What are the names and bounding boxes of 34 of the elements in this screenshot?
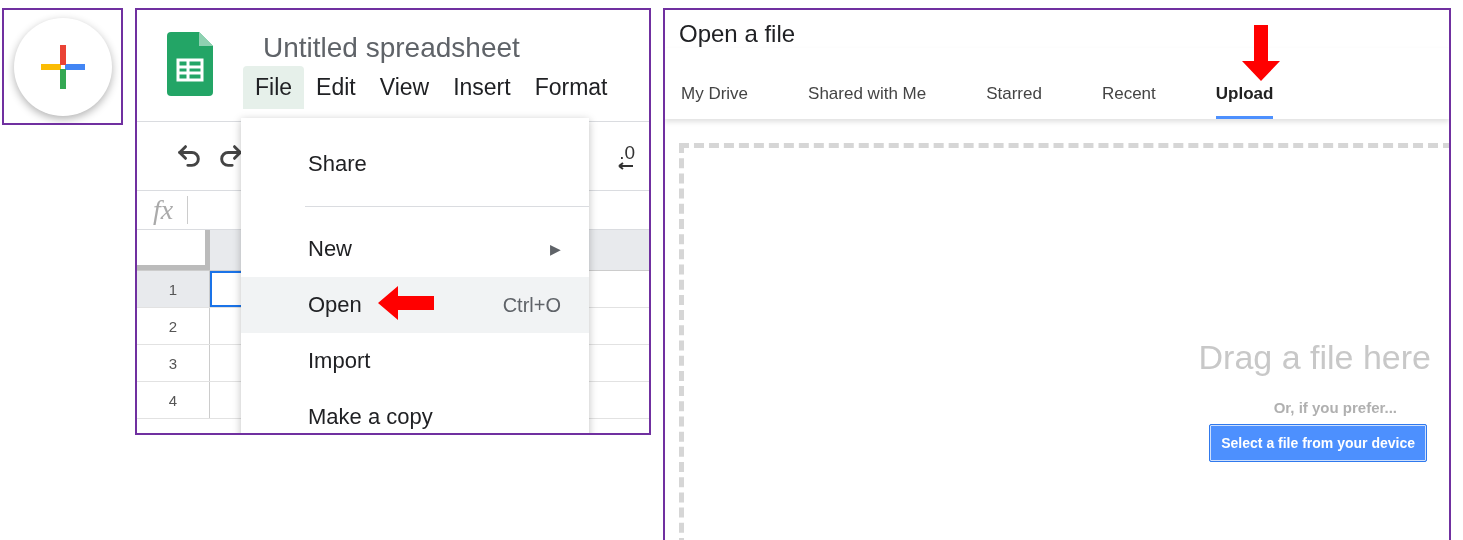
menu-item[interactable]: View <box>367 66 442 109</box>
arrow-icon <box>617 161 635 170</box>
menu-item[interactable]: Edit <box>304 66 368 109</box>
menu-option[interactable]: Open Ctrl+O <box>241 277 589 333</box>
spreadsheet-icon <box>167 32 213 96</box>
drop-hint: Or, if you prefer... <box>1273 399 1397 416</box>
submenu-arrow: ▶ <box>550 241 561 257</box>
menu-option[interactable]: New ▶ <box>241 221 589 277</box>
menu-option-label: Make a copy <box>308 404 433 430</box>
formula-label: fx <box>153 196 189 224</box>
arrow-icon <box>1242 25 1280 81</box>
arrow-icon <box>378 286 434 320</box>
menu-item[interactable]: Format <box>522 66 620 109</box>
dialog-title: Open a file <box>678 19 797 48</box>
decrease-decimal-button[interactable]: .0 <box>617 142 635 170</box>
menu-option-label: Import <box>308 348 371 374</box>
menu-item[interactable]: Insert <box>441 66 523 109</box>
add-button[interactable] <box>13 17 112 116</box>
menu-item[interactable]: File <box>243 66 305 109</box>
tab[interactable]: Shared with Me <box>808 78 927 119</box>
plus-icon <box>40 44 85 89</box>
menu-option[interactable]: Share <box>241 136 589 192</box>
menu-option-label: New <box>308 236 352 262</box>
menu-option-label: Share <box>308 151 367 177</box>
tab[interactable]: Recent <box>1101 78 1156 119</box>
tab[interactable]: My Drive <box>681 78 749 119</box>
menu-option-label: Open <box>308 292 362 318</box>
shortcut-text: Ctrl+O <box>502 293 561 317</box>
document-title[interactable]: Untitled spreadsheet <box>243 32 620 64</box>
menu-option[interactable]: Import <box>241 333 589 389</box>
row-number[interactable]: 1 <box>137 271 210 307</box>
menu-option[interactable]: Make a copy <box>241 389 589 433</box>
undo-icon[interactable] <box>175 142 203 170</box>
tab[interactable]: Starred <box>986 78 1042 119</box>
